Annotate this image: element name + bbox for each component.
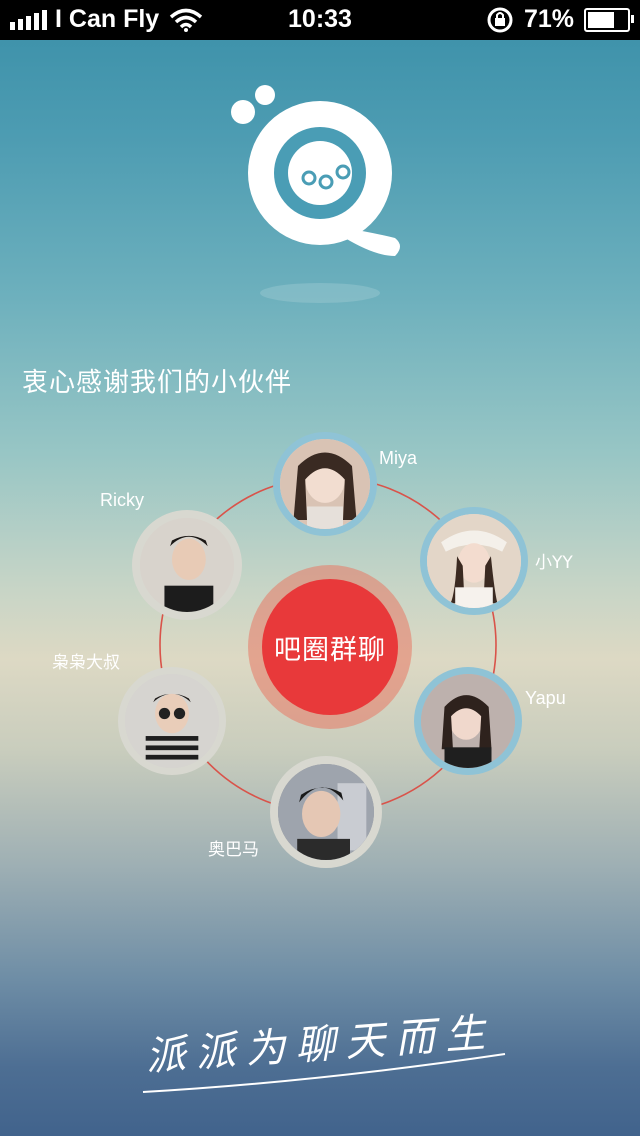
rotation-lock-icon [487,7,513,32]
partner-name-yapu: Yapu [525,688,566,708]
group-chat-button[interactable]: 吧圈群聊 [262,579,398,715]
avatar-yapu[interactable] [414,667,522,775]
slogan-underline [142,1053,506,1093]
partner-name-miya: Miya [379,448,418,468]
avatar-obama[interactable] [270,756,382,868]
status-right: 71% [486,5,634,34]
avatar-xiaoyy[interactable] [420,507,528,615]
status-bar: I Can Fly 10:33 71% [0,0,640,40]
app-logo-icon [231,85,400,303]
avatar-xiaoxiao-dashu[interactable] [118,667,226,775]
partner-name-ricky: Ricky [100,490,144,510]
partner-name-xiaoxiao-dashu: 枭枭大叔 [52,653,120,673]
partner-name-obama: 奥巴马 [208,840,259,860]
battery-percent: 71% [523,5,574,33]
partner-name-xiaoyy: 小YY [535,553,573,573]
app-screen: I Can Fly 10:33 71% 衷心感谢我们的小伙伴 Miya 小YY … [0,0,640,1136]
avatar-ricky[interactable] [132,510,242,620]
battery-fill [588,11,614,28]
thanks-heading: 衷心感谢我们的小伙伴 [22,368,293,398]
battery-icon [584,7,634,32]
avatar-miya[interactable] [273,432,377,536]
